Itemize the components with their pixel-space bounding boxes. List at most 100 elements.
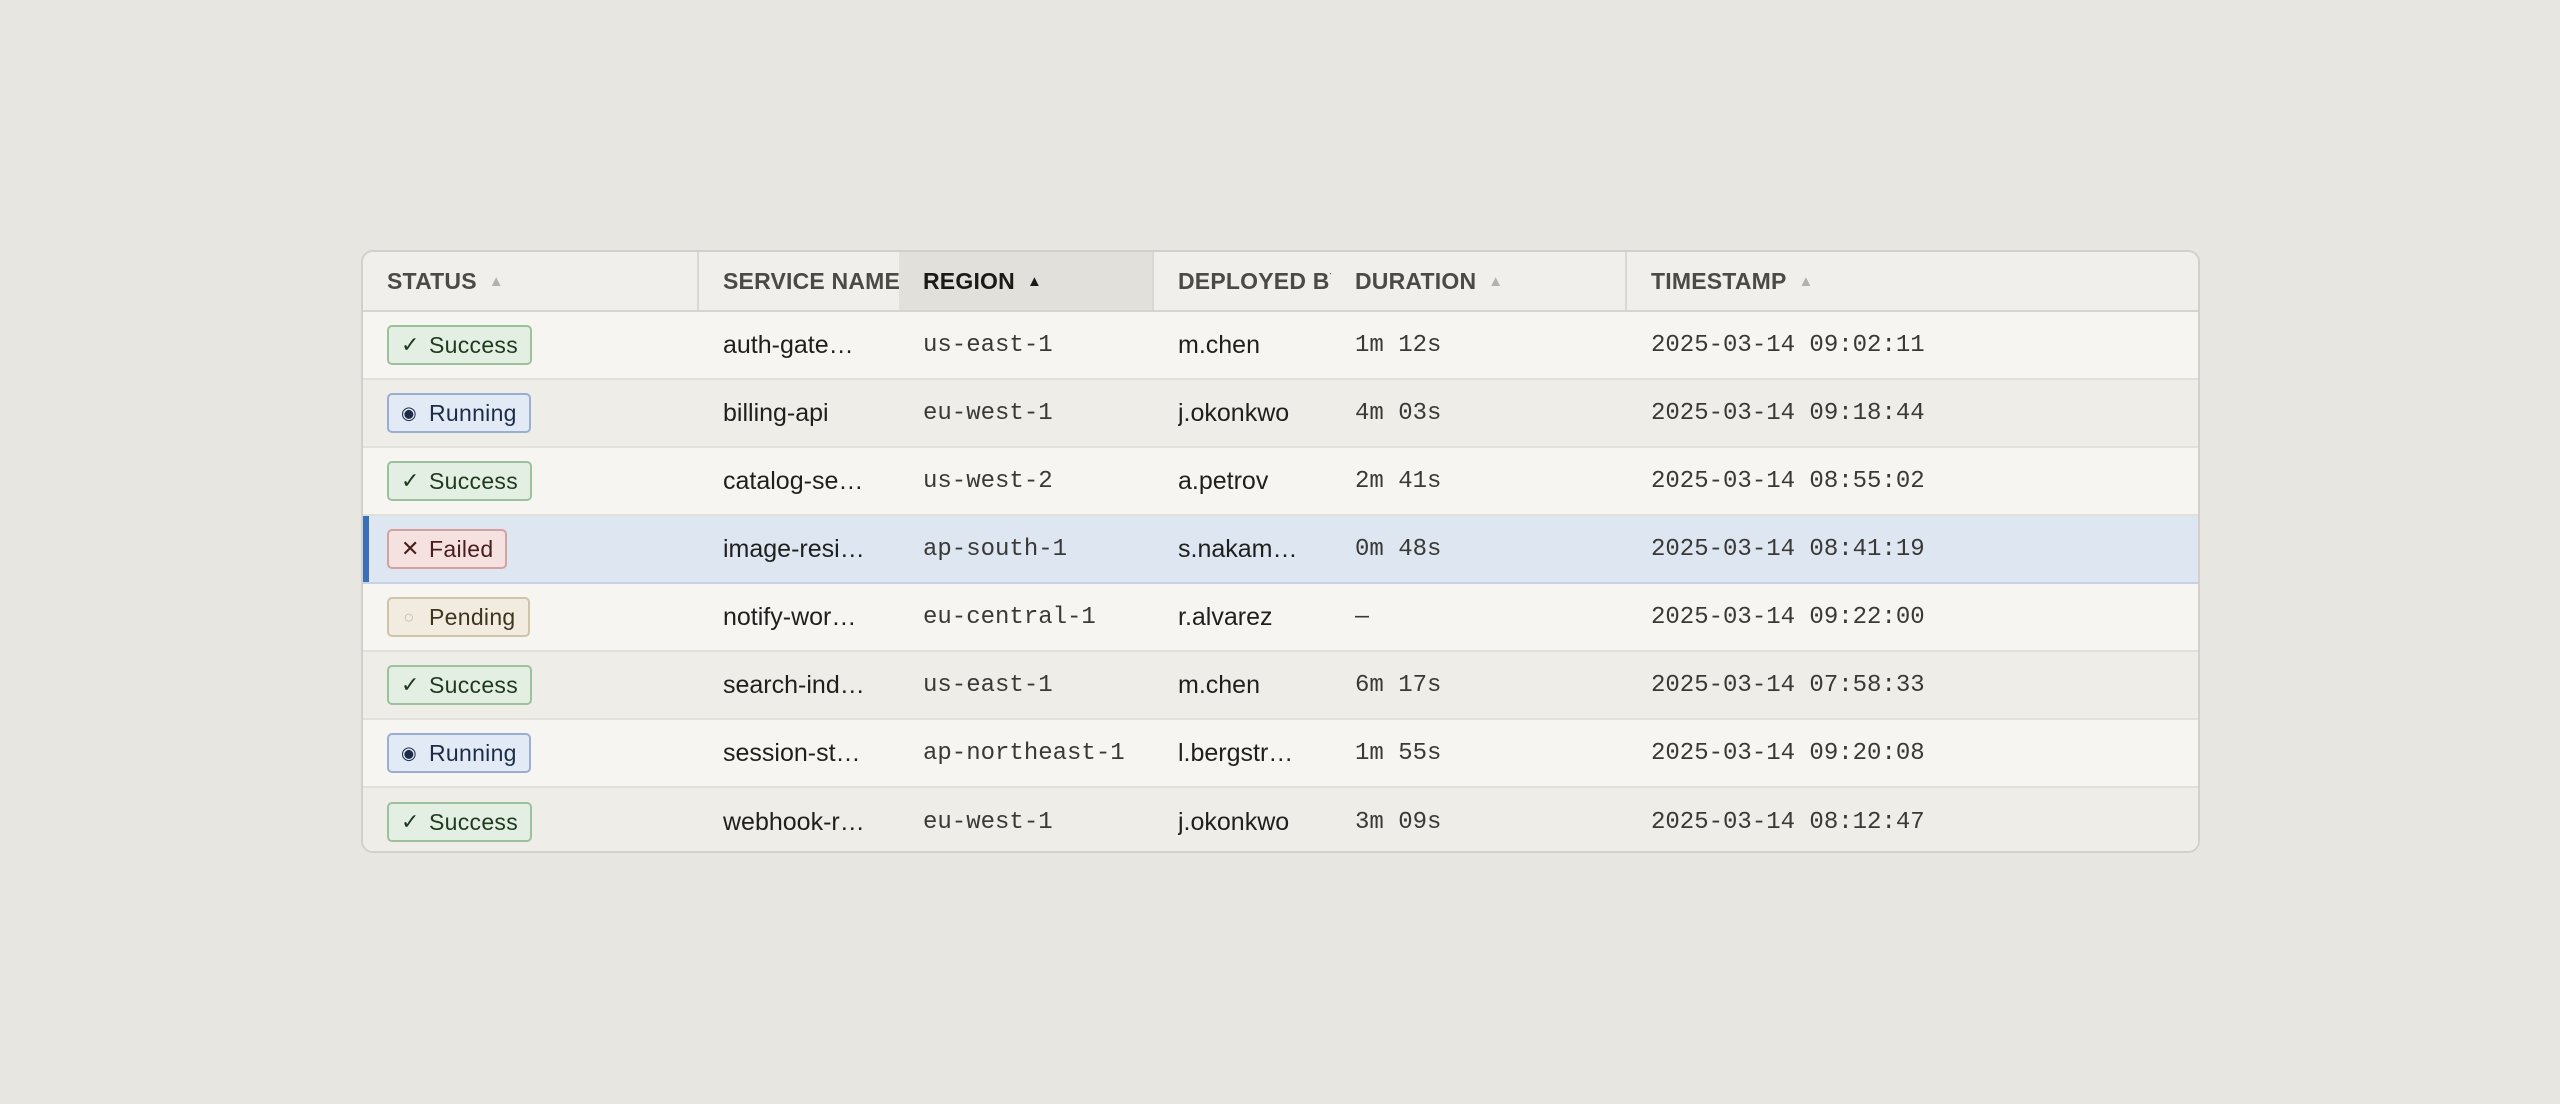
status-badge: ✕ Failed (387, 529, 508, 569)
cell-duration: 0m 48s (1331, 516, 1627, 582)
column-header-label: TIMESTAMP (1651, 267, 1787, 294)
cell-service-name: notify-wor… (699, 584, 899, 650)
cell-duration: 2m 41s (1331, 448, 1627, 514)
cell-region: eu-west-1 (899, 380, 1154, 446)
column-header-label: REGION (923, 267, 1015, 294)
cell-service-name: image-resi… (699, 516, 899, 582)
column-header-duration[interactable]: DURATION ▲ (1331, 252, 1627, 310)
column-header-deployed_by[interactable]: DEPLOYED BY▲ (1154, 252, 1331, 310)
status-badge: ✓ Success (387, 325, 533, 365)
cell-status: ◉ Running (363, 380, 699, 446)
cell-duration: 3m 09s (1331, 788, 1627, 851)
cell-deployed-by: l.bergstr… (1154, 720, 1331, 786)
sort-up-icon: ▲ (488, 272, 504, 290)
cell-region: ap-northeast-1 (899, 720, 1154, 786)
cell-region: eu-west-1 (899, 788, 1154, 851)
cell-duration-text: 2m 41s (1355, 467, 1442, 495)
table-row[interactable]: ◉ Running session-st… ap-northeast-1 l.bergs… (363, 720, 2198, 788)
radio-dot-icon: ◉ (401, 402, 418, 423)
cell-service-name-text: billing-api (723, 398, 829, 427)
cell-region: us-west-2 (899, 448, 1154, 514)
status-label: Success (429, 467, 519, 494)
column-header-timestamp[interactable]: TIMESTAMP ▲ (1627, 252, 2198, 310)
cell-duration-text: 0m 48s (1355, 535, 1442, 563)
status-label: Success (429, 671, 519, 698)
column-resize-handle[interactable] (1152, 252, 1154, 310)
check-icon: ✓ (401, 672, 420, 697)
column-resize-handle[interactable] (697, 252, 699, 310)
cell-deployed-by: a.petrov (1154, 448, 1331, 514)
cell-service-name: search-ind… (699, 652, 899, 718)
column-resize-handle[interactable] (1625, 252, 1627, 310)
cell-region-text: eu-central-1 (923, 603, 1096, 631)
status-badge: ✓ Success (387, 802, 533, 842)
cell-timestamp: 2025-03-14 09:20:08 (1627, 720, 2198, 786)
cell-deployed-by: m.chen (1154, 312, 1331, 378)
cell-service-name-text: auth-gate… (723, 330, 854, 359)
table-row[interactable]: ○ Pending notify-wor… eu-central-1 r.alvarez… (363, 584, 2198, 652)
cell-status: ✕ Failed (363, 516, 699, 582)
cell-service-name-text: search-ind… (723, 670, 865, 699)
cell-region: ap-south-1 (899, 516, 1154, 582)
cell-deployed-by: m.chen (1154, 652, 1331, 718)
table-row[interactable]: ✓ Success webhook-r… eu-west-1 j.okonkwo 3m 0… (363, 788, 2198, 851)
table-row[interactable]: ◉ Running billing-api eu-west-1 j.okonkwo 4m … (363, 380, 2198, 448)
check-icon: ✓ (401, 809, 420, 834)
cell-deployed-by-text: s.nakam… (1178, 534, 1298, 563)
cell-deployed-by-text: j.okonkwo (1178, 398, 1290, 427)
cell-duration: — (1331, 584, 1627, 650)
cell-service-name: auth-gate… (699, 312, 899, 378)
cell-status: ✓ Success (363, 312, 699, 378)
cell-deployed-by-text: l.bergstr… (1178, 738, 1294, 767)
cell-status: ✓ Success (363, 448, 699, 514)
status-label: Pending (429, 603, 516, 630)
table-row[interactable]: ✓ Success catalog-se… us-west-2 a.petrov 2m 4… (363, 448, 2198, 516)
cell-timestamp: 2025-03-14 09:18:44 (1627, 380, 2198, 446)
cell-deployed-by: j.okonkwo (1154, 788, 1331, 851)
status-badge: ✓ Success (387, 461, 533, 501)
cell-timestamp-text: 2025-03-14 09:22:00 (1651, 603, 1925, 631)
cell-duration-text: 1m 55s (1355, 739, 1442, 767)
cell-region-text: eu-west-1 (923, 808, 1053, 836)
cell-status: ✓ Success (363, 788, 699, 851)
cell-region: us-east-1 (899, 312, 1154, 378)
cell-service-name-text: notify-wor… (723, 602, 857, 631)
cell-deployed-by: r.alvarez (1154, 584, 1331, 650)
status-badge: ◉ Running (387, 393, 531, 433)
cell-deployed-by: s.nakam… (1154, 516, 1331, 582)
cell-region-text: ap-south-1 (923, 535, 1068, 563)
sort-up-icon: ▲ (1026, 272, 1042, 290)
cell-timestamp: 2025-03-14 09:02:11 (1627, 312, 2198, 378)
column-header-label: DURATION (1355, 267, 1477, 294)
column-header-region[interactable]: REGION ▲ (899, 252, 1154, 310)
table-row[interactable]: ✓ Success auth-gate… us-east-1 m.chen 1m 12s 2… (363, 312, 2198, 380)
status-label: Running (429, 739, 517, 766)
check-icon: ✓ (401, 468, 420, 493)
cell-timestamp-text: 2025-03-14 09:02:11 (1651, 331, 1925, 359)
column-header-status[interactable]: STATUS ▲ (363, 252, 699, 310)
status-label: Success (429, 808, 519, 835)
column-header-label: STATUS (387, 267, 477, 294)
radio-dot-icon: ◉ (401, 742, 418, 763)
table-row[interactable]: ✓ Success search-ind… us-east-1 m.chen 6m 17s… (363, 652, 2198, 720)
sort-up-icon: ▲ (1488, 272, 1504, 290)
grid-header-row: STATUS▲SERVICE NAMEREGION▲DEPLOYED BY▲DU… (363, 252, 2198, 312)
cell-status: ✓ Success (363, 652, 699, 718)
table-row[interactable]: ✕ Failed image-resi… ap-south-1 s.nakam… 0m 4… (363, 516, 2198, 584)
cell-service-name: billing-api (699, 380, 899, 446)
cell-service-name-text: session-st… (723, 738, 861, 767)
cell-duration: 1m 12s (1331, 312, 1627, 378)
cell-deployed-by-text: m.chen (1178, 330, 1260, 359)
column-header-service[interactable]: SERVICE NAME (699, 252, 899, 310)
cell-timestamp: 2025-03-14 08:12:47 (1627, 788, 2198, 851)
cell-status: ◉ Running (363, 720, 699, 786)
cell-deployed-by: j.okonkwo (1154, 380, 1331, 446)
cell-duration: 4m 03s (1331, 380, 1627, 446)
cell-region-text: us-west-2 (923, 467, 1053, 495)
cell-timestamp-text: 2025-03-14 09:20:08 (1651, 739, 1925, 767)
cell-region-text: ap-northeast-1 (923, 739, 1125, 767)
status-label: Success (429, 331, 519, 358)
cell-duration-text: — (1355, 603, 1370, 631)
cell-duration-text: 6m 17s (1355, 671, 1442, 699)
deployments-data-grid: STATUS▲SERVICE NAMEREGION▲DEPLOYED BY▲DU… (361, 250, 2200, 853)
